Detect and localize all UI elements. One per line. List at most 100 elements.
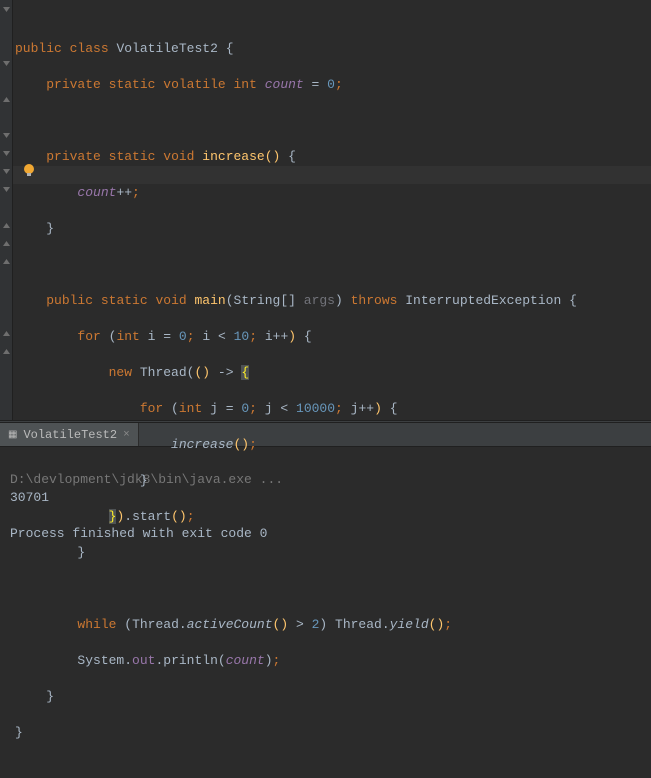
keyword: public — [15, 41, 62, 56]
keyword: new — [109, 365, 132, 380]
field: count — [226, 653, 265, 668]
arrow: -> — [218, 365, 234, 380]
type: Thread — [335, 617, 382, 632]
method-call: start — [132, 509, 171, 524]
keyword: for — [140, 401, 163, 416]
brace-caret: { — [241, 365, 249, 380]
number: 0 — [327, 77, 335, 92]
var: j — [265, 401, 273, 416]
fold-icon[interactable] — [2, 329, 11, 338]
brace: } — [77, 545, 85, 560]
keyword: throws — [351, 293, 398, 308]
fold-icon[interactable] — [2, 221, 11, 230]
var: j — [210, 401, 218, 416]
paren: ) — [319, 617, 327, 632]
method-name: increase — [202, 149, 264, 164]
method-call: activeCount — [187, 617, 273, 632]
keyword: void — [155, 293, 186, 308]
type: System — [77, 653, 124, 668]
fold-icon[interactable] — [2, 347, 11, 356]
brace: { — [288, 149, 296, 164]
var: i — [265, 329, 273, 344]
keyword: public — [46, 293, 93, 308]
op: ++ — [358, 401, 374, 416]
paren: ) — [436, 617, 444, 632]
dot: . — [179, 617, 187, 632]
keyword: int — [116, 329, 139, 344]
fold-icon[interactable] — [2, 131, 11, 140]
fold-icon[interactable] — [2, 149, 11, 158]
paren: ( — [273, 617, 281, 632]
method-name: main — [195, 293, 226, 308]
code-editor[interactable]: public class VolatileTest2 { private sta… — [0, 0, 651, 420]
brace: { — [569, 293, 577, 308]
paren: ) — [273, 149, 281, 164]
semi: ; — [187, 509, 195, 524]
method-call: println — [163, 653, 218, 668]
number: 10 — [234, 329, 250, 344]
fold-icon[interactable] — [2, 59, 11, 68]
brace: { — [390, 401, 398, 416]
brace: } — [46, 221, 54, 236]
semi: ; — [249, 437, 257, 452]
paren: ) — [202, 365, 210, 380]
brace: { — [304, 329, 312, 344]
keyword: private — [46, 149, 101, 164]
field: count — [77, 185, 116, 200]
field: out — [132, 653, 155, 668]
dot: . — [382, 617, 390, 632]
paren: ( — [226, 293, 234, 308]
fold-icon[interactable] — [2, 239, 11, 248]
var: i — [148, 329, 156, 344]
op: = — [312, 77, 320, 92]
param: args — [304, 293, 335, 308]
paren: ( — [218, 653, 226, 668]
op: < — [218, 329, 226, 344]
brace: } — [140, 473, 148, 488]
keyword: while — [77, 617, 116, 632]
type: String — [234, 293, 281, 308]
field: count — [265, 77, 304, 92]
type: Thread — [140, 365, 187, 380]
code-area[interactable]: public class VolatileTest2 { private sta… — [13, 0, 651, 420]
number: 10000 — [296, 401, 335, 416]
semi: ; — [249, 329, 257, 344]
fold-icon[interactable] — [2, 95, 11, 104]
keyword: int — [179, 401, 202, 416]
fold-icon[interactable] — [2, 185, 11, 194]
keyword: class — [70, 41, 109, 56]
op: ++ — [273, 329, 289, 344]
dot: . — [124, 653, 132, 668]
fold-icon[interactable] — [2, 257, 11, 266]
paren: ) — [241, 437, 249, 452]
method-call: yield — [390, 617, 429, 632]
type: Thread — [132, 617, 179, 632]
number: 0 — [179, 329, 187, 344]
number: 2 — [312, 617, 320, 632]
paren: ) — [288, 329, 296, 344]
fold-icon[interactable] — [2, 167, 11, 176]
semi: ; — [273, 653, 281, 668]
semi: ; — [187, 329, 195, 344]
paren: ( — [171, 401, 179, 416]
keyword: static — [101, 293, 148, 308]
dot: . — [155, 653, 163, 668]
brace: } — [46, 689, 54, 704]
semi: ; — [132, 185, 140, 200]
op: = — [226, 401, 234, 416]
intention-bulb-icon[interactable] — [22, 163, 36, 177]
var: i — [202, 329, 210, 344]
paren: ) — [374, 401, 382, 416]
keyword: static — [109, 149, 156, 164]
op: > — [296, 617, 304, 632]
keyword: private — [46, 77, 101, 92]
brace: { — [226, 41, 234, 56]
keyword: static — [109, 77, 156, 92]
fold-icon[interactable] — [2, 5, 11, 14]
semi: ; — [444, 617, 452, 632]
current-line-highlight — [13, 166, 651, 184]
op: ++ — [116, 185, 132, 200]
paren: ( — [124, 617, 132, 632]
paren: ( — [171, 509, 179, 524]
paren: ) — [280, 617, 288, 632]
